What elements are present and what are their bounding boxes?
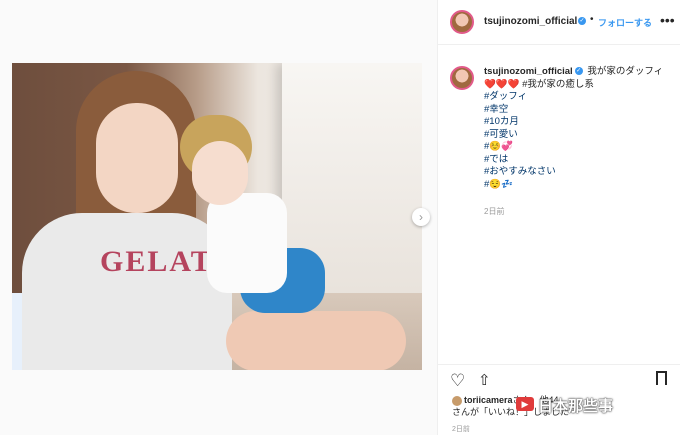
- photo-leg: [226, 311, 406, 370]
- post-photo[interactable]: GELATO: [12, 63, 422, 370]
- next-photo-button[interactable]: ›: [412, 208, 430, 226]
- caption-verified-icon: ✓: [574, 67, 583, 76]
- hashtag-link[interactable]: #ダッフィ: [484, 91, 674, 104]
- caption-avatar[interactable]: [450, 66, 474, 90]
- author-username[interactable]: tsujinozomi_official: [484, 16, 577, 27]
- hashtag-link[interactable]: #おやすみなさい: [484, 166, 674, 179]
- post-details-pane: tsujinozomi_official ✓ • フォローする ••• tsuj…: [437, 0, 680, 435]
- post-header: tsujinozomi_official ✓ • フォローする •••: [438, 0, 680, 45]
- hashtag-link[interactable]: #では: [484, 154, 674, 167]
- hashtag-link[interactable]: #😌💤: [484, 179, 674, 192]
- photo-baby-shirt: [207, 193, 287, 293]
- bookmark-icon[interactable]: [656, 371, 667, 386]
- caption-username[interactable]: tsujinozomi_official: [484, 66, 573, 77]
- header-separator: •: [590, 14, 594, 25]
- watermark-logo-icon: ▶: [516, 397, 534, 411]
- caption-time-ago: 2日前: [484, 207, 505, 216]
- like-heart-icon[interactable]: ♡: [450, 371, 465, 391]
- post-date: 2日前: [452, 426, 470, 433]
- photo-mother-shirt: [22, 213, 232, 370]
- hashtag-link[interactable]: #可愛い: [484, 129, 674, 142]
- author-avatar[interactable]: [450, 10, 474, 34]
- post-media-pane: GELATO ›: [0, 0, 437, 435]
- more-options-icon[interactable]: •••: [660, 12, 675, 28]
- post-actions: ♡ ⇧: [438, 364, 680, 395]
- hashtag-link[interactable]: #10カ月: [484, 116, 674, 129]
- hashtag-link[interactable]: #幸空: [484, 104, 674, 117]
- follow-button[interactable]: フォローする: [598, 16, 652, 29]
- share-icon[interactable]: ⇧: [478, 371, 491, 389]
- post-caption: tsujinozomi_official ✓ 我が家のダッフィ❤️❤️❤️ #我が…: [484, 66, 674, 191]
- watermark-text: 日本那些事: [538, 398, 614, 415]
- photo-baby-face: [192, 141, 248, 205]
- photo-mother-face: [96, 103, 178, 213]
- liker-avatar: [452, 395, 462, 406]
- verified-badge-icon: ✓: [578, 17, 586, 25]
- liker-username[interactable]: toriicamera: [464, 395, 513, 405]
- hashtag-link[interactable]: #☺️💞: [484, 141, 674, 154]
